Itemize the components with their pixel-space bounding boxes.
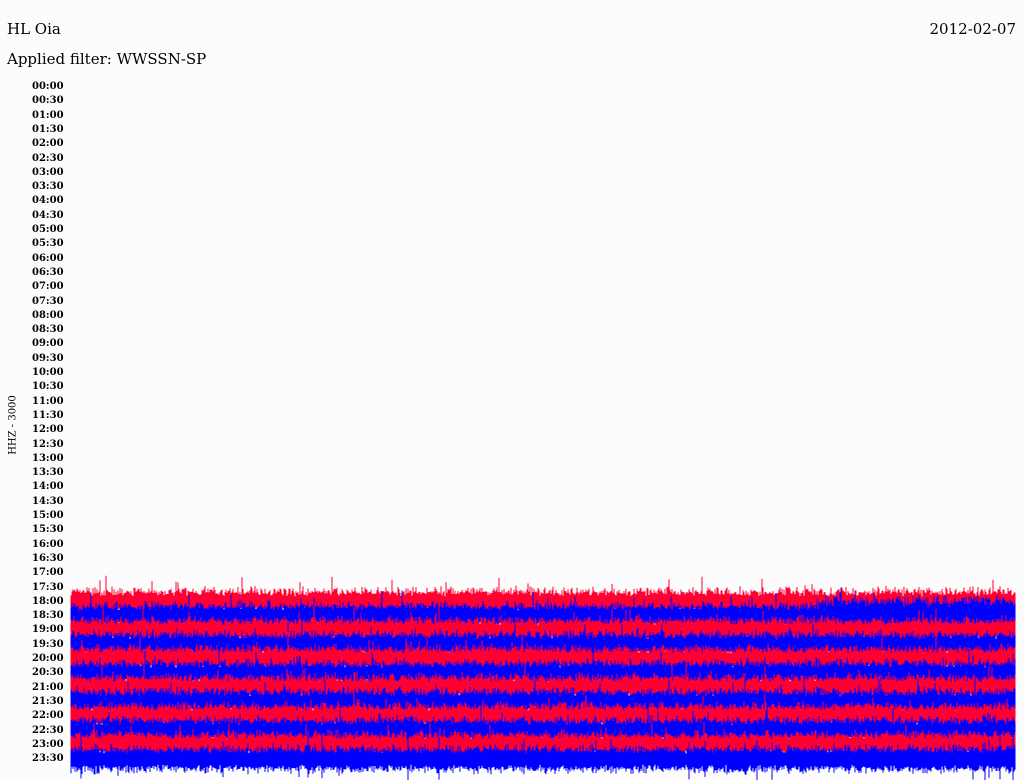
seismogram-plot	[70, 575, 1016, 780]
trace-group	[70, 575, 1016, 780]
